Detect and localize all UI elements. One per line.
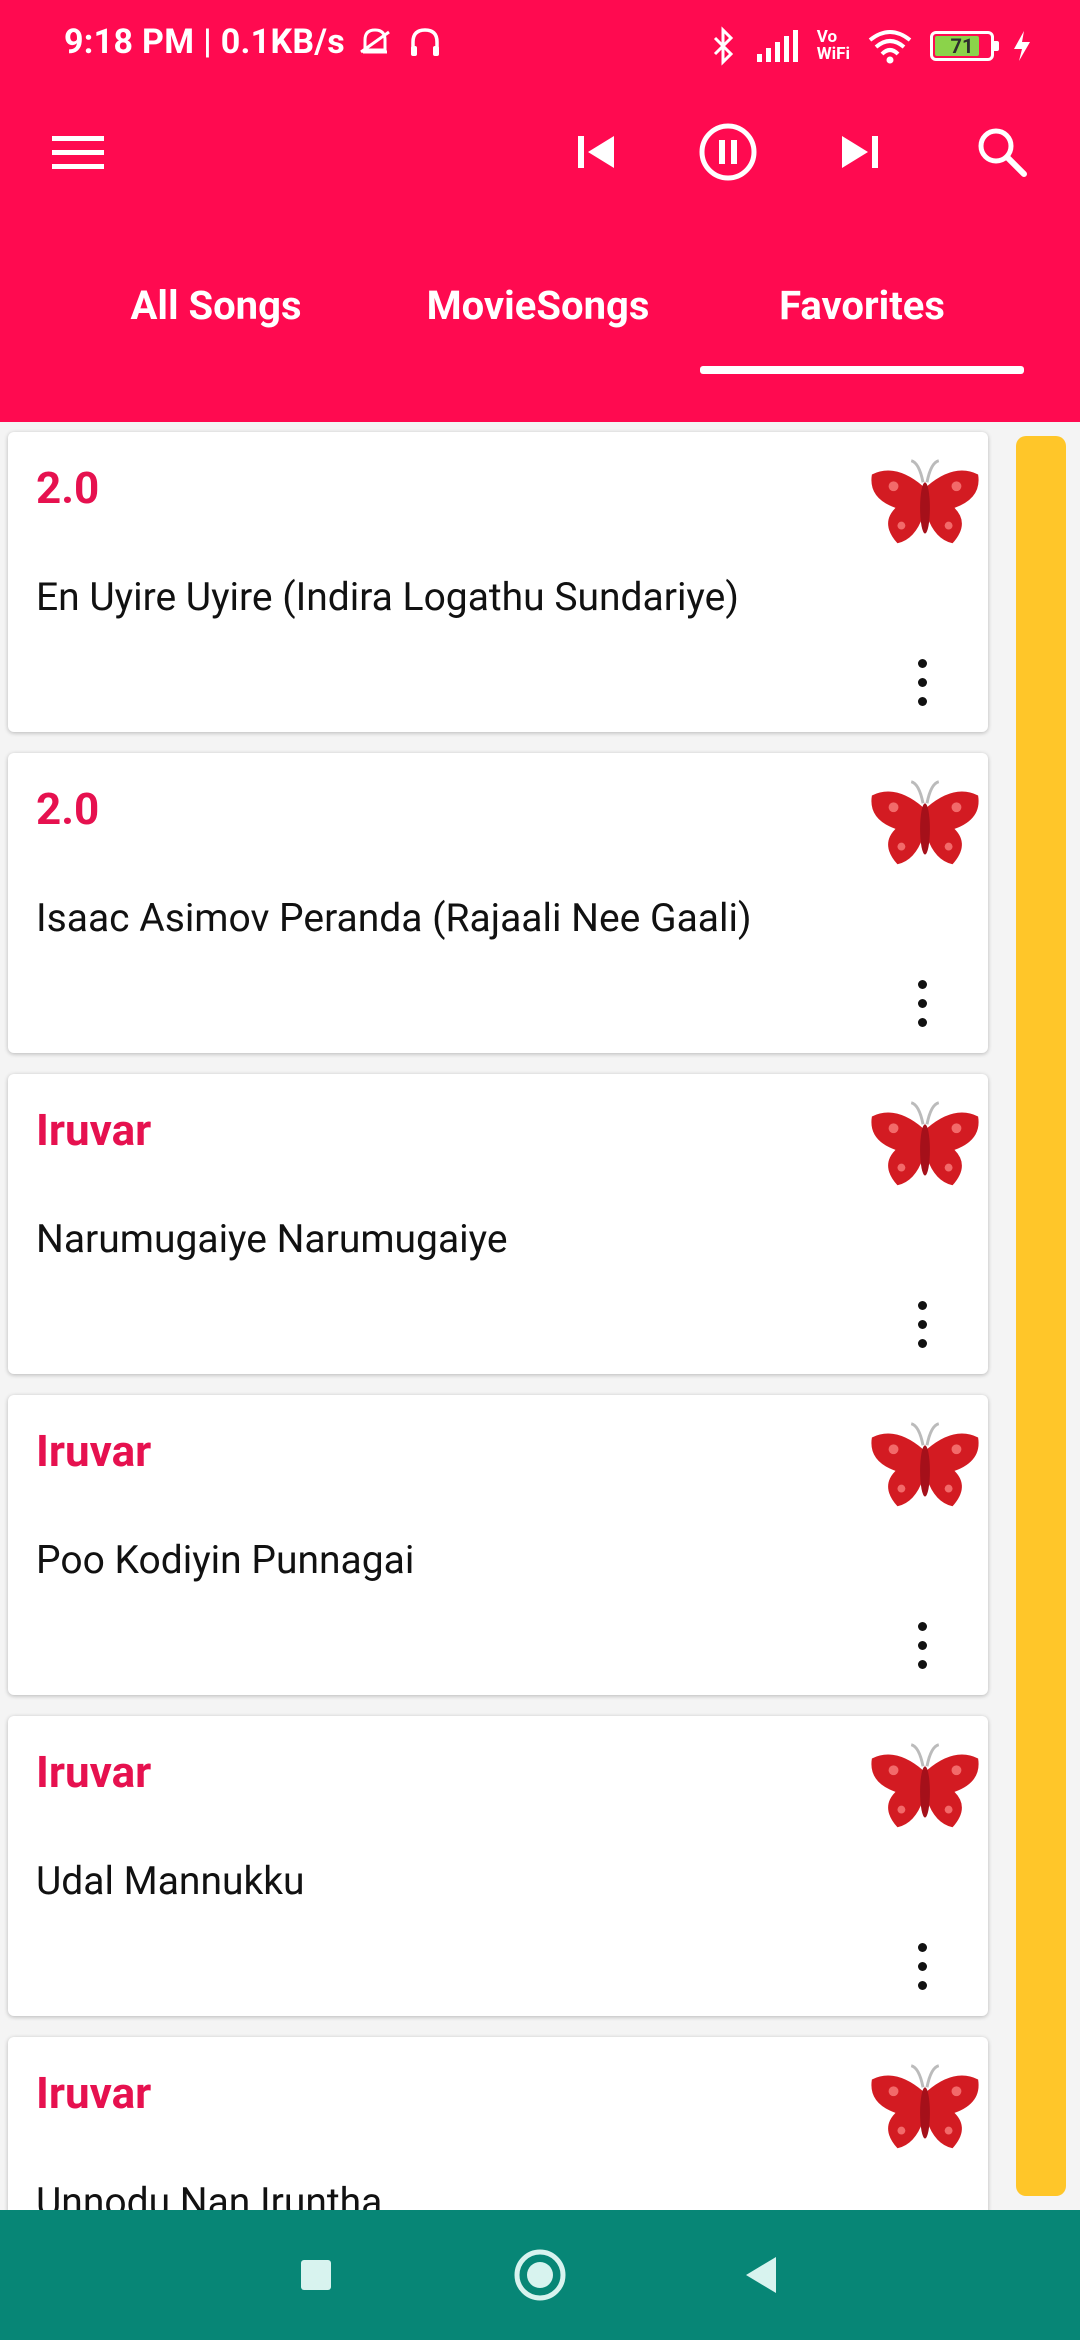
scrollbar[interactable] xyxy=(1016,436,1066,2196)
app-bar: 9:18 PM | 0.1KB/s Vo WiFi 71 All Songs M… xyxy=(0,0,1080,422)
menu-dot xyxy=(917,658,927,668)
more-options-icon[interactable] xyxy=(900,969,944,1037)
vowifi-bottom-label: WiFi xyxy=(816,44,850,64)
menu-dot xyxy=(917,677,927,687)
song-card[interactable]: 2.0 Isaac Asimov Peranda (Rajaali Nee Ga… xyxy=(8,753,988,1053)
butterfly-favorite-icon[interactable] xyxy=(866,452,984,552)
menu-dot xyxy=(917,979,927,989)
back-triangle-icon[interactable] xyxy=(730,2245,790,2305)
search-icon[interactable] xyxy=(970,120,1034,184)
butterfly-favorite-icon[interactable] xyxy=(866,1736,984,1836)
menu-dot xyxy=(917,1640,927,1650)
menu-dot xyxy=(917,1338,927,1348)
movie-title: Iruvar xyxy=(36,2067,152,2119)
battery-icon: 71 xyxy=(930,31,999,61)
skip-next-icon[interactable] xyxy=(828,120,892,184)
battery-tip xyxy=(994,41,999,51)
menu-icon[interactable] xyxy=(46,120,110,184)
song-title: Narumugaiye Narumugaiye xyxy=(36,1216,508,1262)
tab-favorites[interactable]: Favorites xyxy=(700,250,1024,360)
tab-all-songs[interactable]: All Songs xyxy=(56,250,376,360)
skip-previous-icon[interactable] xyxy=(564,120,628,184)
menu-dot xyxy=(917,1659,927,1669)
vowifi-icon: Vo WiFi xyxy=(817,29,850,63)
menu-dot xyxy=(917,1319,927,1329)
song-title: Isaac Asimov Peranda (Rajaali Nee Gaali) xyxy=(36,895,752,941)
song-title: Poo Kodiyin Punnagai xyxy=(36,1537,415,1583)
pause-icon[interactable] xyxy=(696,120,760,184)
song-card[interactable]: 2.0 En Uyire Uyire (Indira Logathu Sunda… xyxy=(8,432,988,732)
status-bar: 9:18 PM | 0.1KB/s Vo WiFi 71 xyxy=(0,0,1080,96)
menu-dot xyxy=(917,1961,927,1971)
headphones-icon xyxy=(411,28,440,56)
menu-dot xyxy=(917,1017,927,1027)
movie-title: Iruvar xyxy=(36,1425,152,1477)
butterfly-favorite-icon[interactable] xyxy=(866,2057,984,2157)
menu-dot xyxy=(917,1621,927,1631)
wifi-icon xyxy=(868,30,912,64)
muted-bell-icon xyxy=(360,28,390,54)
battery-level: 71 xyxy=(950,34,974,58)
tab-bar: All Songs MovieSongs Favorites xyxy=(0,250,1080,374)
song-title: En Uyire Uyire (Indira Logathu Sundariye… xyxy=(36,574,739,620)
toolbar xyxy=(0,96,1080,206)
movie-title: 2.0 xyxy=(36,462,100,514)
more-options-icon[interactable] xyxy=(900,1932,944,2000)
butterfly-favorite-icon[interactable] xyxy=(866,773,984,873)
song-card[interactable]: Iruvar Unnodu Nan Iruntha xyxy=(8,2037,988,2210)
movie-title: 2.0 xyxy=(36,783,100,835)
movie-title: Iruvar xyxy=(36,1746,152,1798)
status-right: Vo WiFi 71 xyxy=(711,26,1032,66)
song-title: Unnodu Nan Iruntha xyxy=(36,2179,383,2210)
menu-dot xyxy=(917,696,927,706)
menu-dot xyxy=(917,1980,927,1990)
menu-dot xyxy=(917,1300,927,1310)
status-time: 9:18 PM | 0.1KB/s xyxy=(64,22,346,62)
tab-movie-songs[interactable]: MovieSongs xyxy=(378,250,698,360)
song-title: Udal Mannukku xyxy=(36,1858,305,1904)
more-options-icon[interactable] xyxy=(900,648,944,716)
favorites-list[interactable]: 2.0 En Uyire Uyire (Indira Logathu Sunda… xyxy=(0,422,1080,2210)
system-nav-bar xyxy=(0,2210,1080,2340)
bluetooth-icon xyxy=(713,26,733,66)
more-options-icon[interactable] xyxy=(900,1290,944,1358)
status-left: 9:18 PM | 0.1KB/s xyxy=(64,22,445,62)
tab-indicator xyxy=(700,366,1024,374)
butterfly-favorite-icon[interactable] xyxy=(866,1415,984,1515)
home-circle-icon[interactable] xyxy=(510,2245,570,2305)
charging-icon xyxy=(1014,31,1030,61)
song-card[interactable]: Iruvar Narumugaiye Narumugaiye xyxy=(8,1074,988,1374)
movie-title: Iruvar xyxy=(36,1104,152,1156)
signal-icon xyxy=(756,30,798,62)
song-card[interactable]: Iruvar Poo Kodiyin Punnagai xyxy=(8,1395,988,1695)
song-card[interactable]: Iruvar Udal Mannukku xyxy=(8,1716,988,2016)
recents-square-icon[interactable] xyxy=(286,2245,346,2305)
butterfly-favorite-icon[interactable] xyxy=(866,1094,984,1194)
more-options-icon[interactable] xyxy=(900,1611,944,1679)
menu-dot xyxy=(917,1942,927,1952)
menu-dot xyxy=(917,998,927,1008)
